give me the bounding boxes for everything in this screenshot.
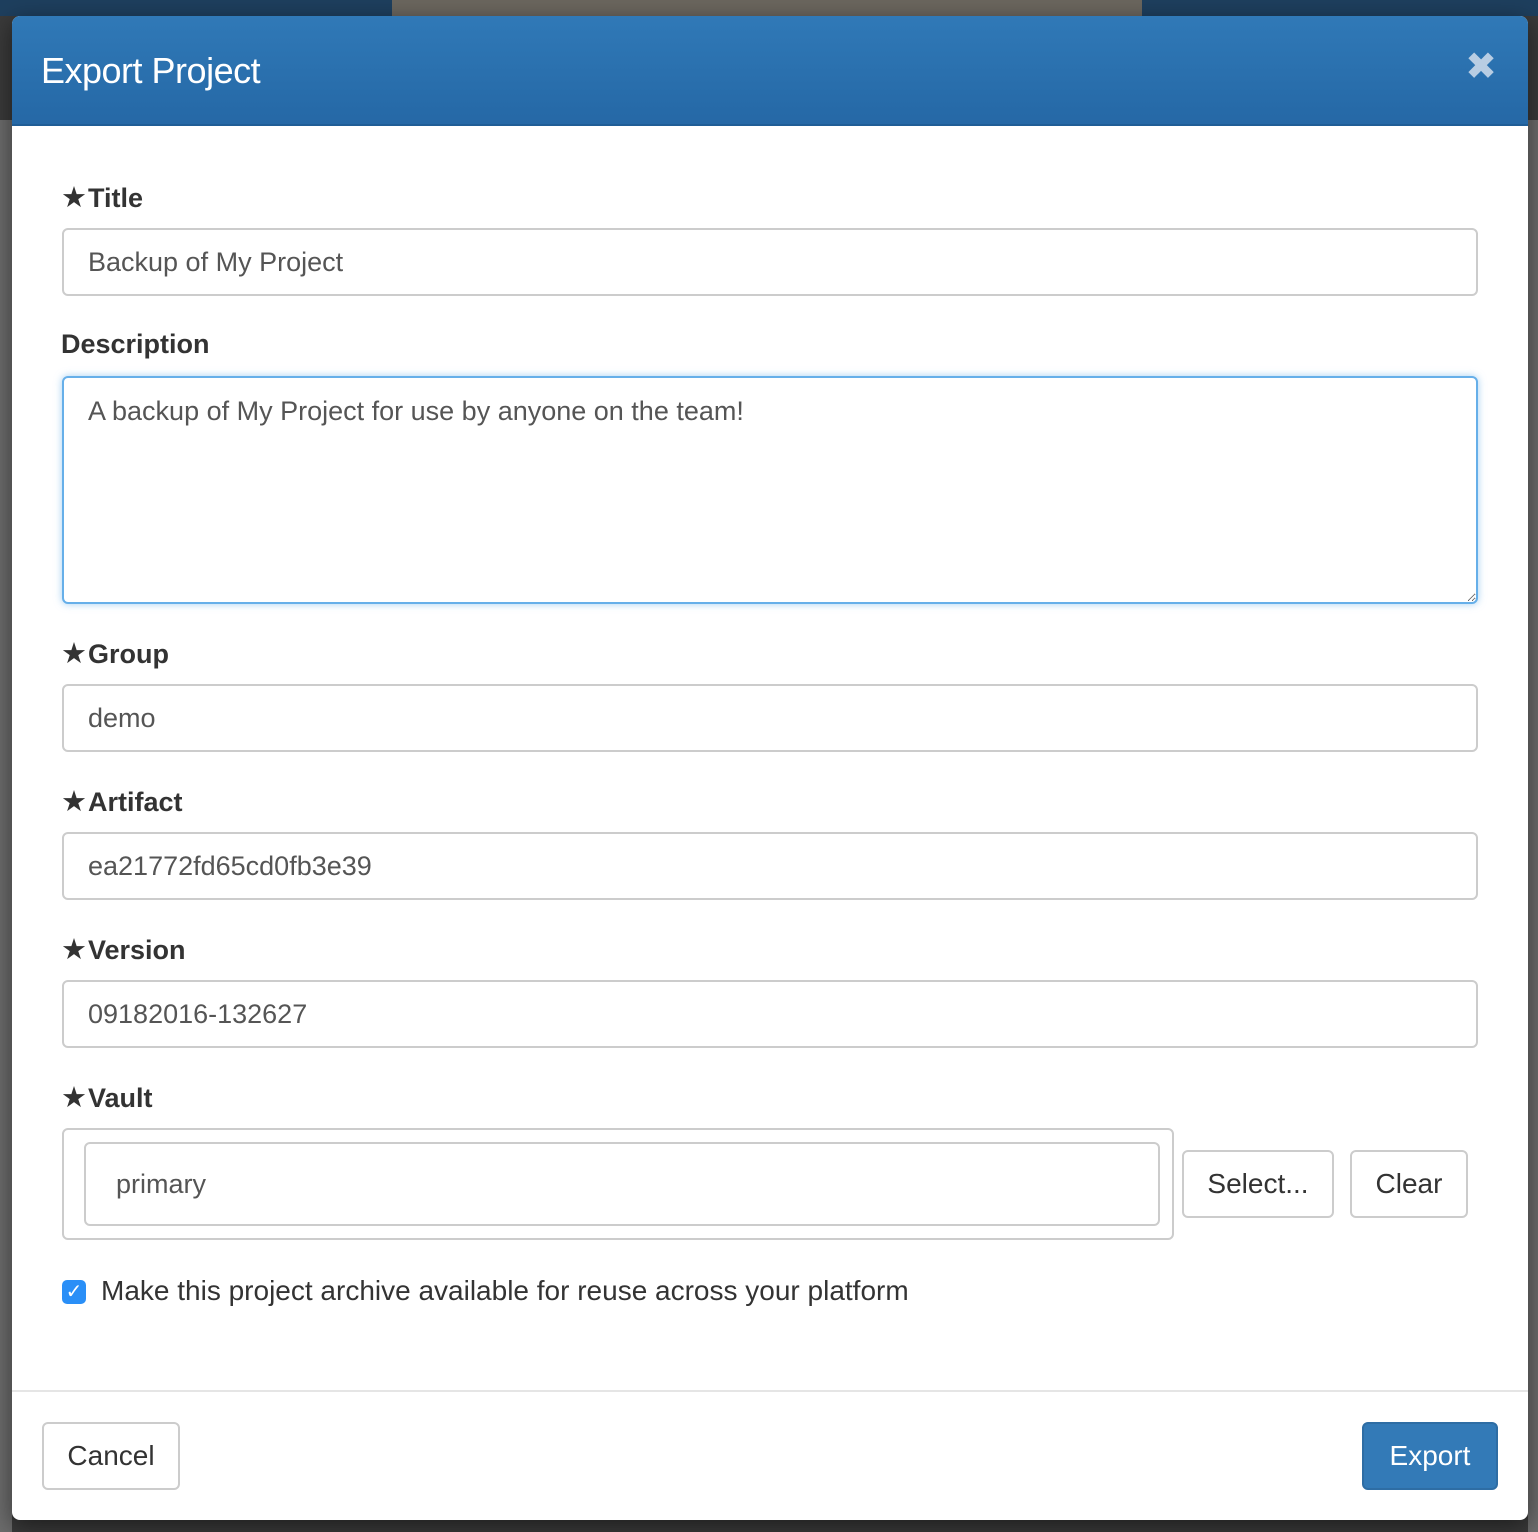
- background-app-edge: [0, 120, 12, 1532]
- vault-clear-button[interactable]: Clear: [1350, 1150, 1468, 1218]
- description-label: Description: [61, 329, 210, 360]
- reuse-checkbox-label[interactable]: Make this project archive available for …: [101, 1275, 909, 1307]
- vault-label: ★Vault: [61, 1080, 153, 1115]
- export-project-modal: Export Project ✖ ★Title Description A ba…: [12, 16, 1528, 1520]
- required-star-icon: ★: [61, 182, 87, 214]
- title-label-text: Title: [88, 183, 144, 213]
- description-textarea[interactable]: A backup of My Project for use by anyone…: [62, 376, 1478, 604]
- artifact-label-text: Artifact: [88, 787, 183, 817]
- required-star-icon: ★: [61, 786, 87, 818]
- title-label: ★Title: [61, 180, 143, 215]
- version-label-text: Version: [88, 935, 186, 965]
- modal-header: Export Project ✖: [12, 16, 1528, 126]
- required-star-icon: ★: [61, 934, 87, 966]
- vault-select-button[interactable]: Select...: [1182, 1150, 1334, 1218]
- cancel-button[interactable]: Cancel: [42, 1422, 180, 1490]
- version-label: ★Version: [61, 932, 186, 967]
- footer-divider: [12, 1390, 1528, 1392]
- background-app-edge: [1528, 120, 1538, 1532]
- group-label-text: Group: [88, 639, 169, 669]
- export-button[interactable]: Export: [1362, 1422, 1498, 1490]
- artifact-label: ★Artifact: [61, 784, 183, 819]
- vault-input[interactable]: [84, 1142, 1160, 1226]
- group-label: ★Group: [61, 636, 169, 671]
- background-app-strip: [0, 0, 392, 16]
- artifact-input[interactable]: [62, 832, 1478, 900]
- required-star-icon: ★: [61, 638, 87, 670]
- version-input[interactable]: [62, 980, 1478, 1048]
- background-app-strip: [1142, 0, 1538, 16]
- group-input[interactable]: [62, 684, 1478, 752]
- close-icon[interactable]: ✖: [1464, 48, 1498, 86]
- description-label-text: Description: [61, 329, 210, 359]
- required-star-icon: ★: [61, 1082, 87, 1114]
- modal-title: Export Project: [41, 50, 261, 91]
- vault-label-text: Vault: [88, 1083, 153, 1113]
- title-input[interactable]: [62, 228, 1478, 296]
- background-app-strip: [392, 0, 1142, 16]
- reuse-checkbox[interactable]: ✓: [62, 1280, 86, 1304]
